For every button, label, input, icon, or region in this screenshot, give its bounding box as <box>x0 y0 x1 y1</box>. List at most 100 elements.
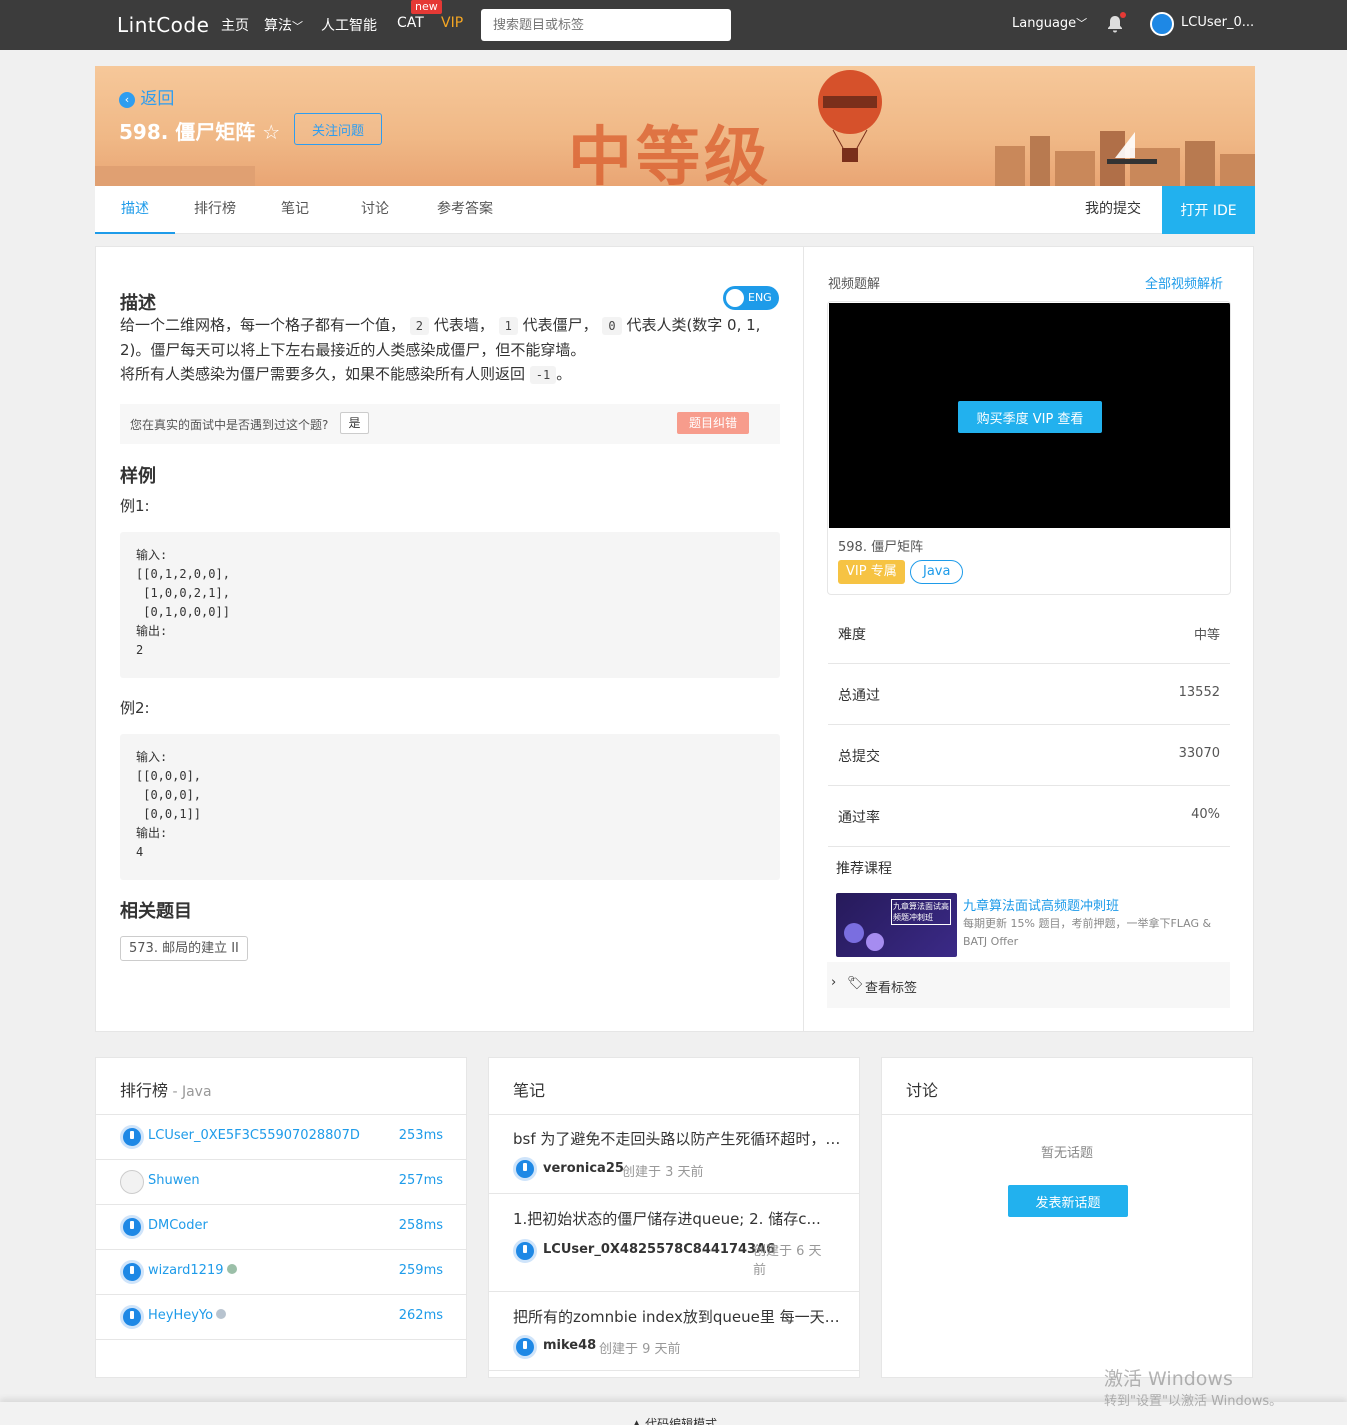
desc-text: 代表墙， <box>433 316 494 334</box>
new-badge: new <box>411 0 442 14</box>
top-navbar: LintCode 主页 算法﹀ 人工智能 CAT new VIP Languag… <box>0 0 1347 50</box>
list-item[interactable]: bsf 为了避免不走回头路以防产生死循环超时，要将访问过的节点 veronica… <box>489 1115 859 1194</box>
tab-notes[interactable]: 笔记 <box>255 186 335 234</box>
tab-leaderboard[interactable]: 排行榜 <box>175 186 255 234</box>
gear-icon <box>866 933 884 951</box>
star-icon[interactable]: ☆ <box>262 120 280 144</box>
note-author[interactable]: LCUser_0X4825578C8441743A6 <box>543 1242 775 1257</box>
back-link[interactable]: ‹ 返回 <box>119 84 174 109</box>
chevron-up-icon: ▲ <box>632 1417 642 1425</box>
leaderboard-title: 排行榜 <box>120 1081 169 1100</box>
problem-main-card: 描述 ENG 给一个二维网格，每一个格子都有一个值， 2 代表墙， 1 代表僵尸… <box>95 246 1254 1032</box>
inline-code: 1 <box>498 317 518 335</box>
list-item[interactable]: 把所有的zomnbie index放到queue里 每一天扩展一层 mike48… <box>489 1293 859 1371</box>
my-submissions-link[interactable]: 我的提交 <box>1085 186 1141 234</box>
avatar[interactable] <box>513 1335 537 1359</box>
desc-text: 给一个二维网格，每一个格子都有一个值， <box>120 316 406 334</box>
avatar[interactable] <box>513 1239 537 1263</box>
lintcode-logo[interactable]: LintCode <box>117 13 209 37</box>
user-name: wizard1219 <box>148 1263 224 1278</box>
toggle-label: ENG <box>748 291 772 304</box>
recommend-heading: 推荐课程 <box>836 861 892 877</box>
user-link[interactable]: wizard1219 <box>148 1263 237 1278</box>
desc-text: 。 <box>556 365 572 383</box>
video-heading: 视频题解 <box>828 277 881 292</box>
related-problem-link[interactable]: 573. 邮局的建立 II <box>120 936 248 961</box>
tab-description[interactable]: 描述 <box>95 186 175 234</box>
nav-cat[interactable]: CAT <box>397 15 424 31</box>
user-link[interactable]: DMCoder <box>148 1218 208 1233</box>
inline-code: -1 <box>529 366 557 384</box>
runtime: 257ms <box>398 1173 443 1188</box>
stat-submissions: 总提交 33070 <box>828 725 1230 786</box>
note-author[interactable]: mike48 <box>543 1338 596 1353</box>
divider <box>882 1114 1252 1115</box>
note-time: 创建于 3 天前 <box>622 1165 704 1180</box>
tag-icon: 🏷 <box>847 976 864 991</box>
open-ide-button[interactable]: 打开 IDE <box>1162 186 1255 234</box>
java-tag[interactable]: Java <box>910 560 964 584</box>
video-title: 598. 僵尸矩阵 <box>838 540 924 555</box>
yes-button[interactable]: 是 <box>340 412 369 434</box>
buy-vip-button[interactable]: 购买季度 VIP 查看 <box>958 401 1102 433</box>
note-title[interactable]: 1.把初始状态的僵尸储存进queue; 2. 储存c... <box>513 1208 843 1229</box>
windows-activation-hint: 转到"设置"以激活 Windows。 <box>1104 1394 1283 1409</box>
course-description: 每期更新 15% 题目，考前押题，一举拿下FLAG & BATJ Offer <box>963 917 1212 948</box>
nav-home[interactable]: 主页 <box>221 15 249 35</box>
note-author[interactable]: veronica25 <box>543 1161 624 1176</box>
avatar[interactable] <box>120 1215 144 1239</box>
nav-ai[interactable]: 人工智能 <box>321 15 377 35</box>
new-topic-button[interactable]: 发表新话题 <box>1008 1185 1128 1217</box>
avatar[interactable] <box>120 1170 144 1194</box>
code-mode-toggle[interactable]: ▲ 代码编辑模式 <box>632 1415 717 1425</box>
problem-title: 598. 僵尸矩阵 <box>119 120 256 144</box>
language-selector[interactable]: Language﹀ <box>1012 15 1087 31</box>
username[interactable]: LCUser_0... <box>1181 15 1254 30</box>
avatar[interactable] <box>120 1305 144 1329</box>
problem-description: 给一个二维网格，每一个格子都有一个值， 2 代表墙， 1 代表僵尸， 0 代表人… <box>120 313 780 387</box>
video-player[interactable]: 购买季度 VIP 查看 <box>829 303 1230 528</box>
user-avatar[interactable] <box>1150 12 1174 36</box>
list-item[interactable]: 1.把初始状态的僵尸储存进queue; 2. 储存c... LCUser_0X4… <box>489 1195 859 1292</box>
all-videos-link[interactable]: 全部视频解析 <box>1145 273 1223 292</box>
user-link[interactable]: LCUser_0XE5F3C55907028807D <box>148 1128 360 1143</box>
notes-heading: 笔记 <box>513 1081 546 1100</box>
view-tags-toggle[interactable]: › 🏷 查看标签 <box>827 962 1230 1008</box>
view-tags-label: 查看标签 <box>865 981 918 996</box>
note-time: 创建于 6 天前 <box>753 1244 822 1278</box>
language-toggle[interactable]: ENG <box>723 286 779 310</box>
user-link[interactable]: HeyHeyYo <box>148 1308 227 1323</box>
avatar[interactable] <box>120 1260 144 1284</box>
runtime: 253ms <box>398 1128 443 1143</box>
table-row: wizard1219 259ms <box>96 1250 466 1295</box>
avatar[interactable] <box>513 1157 537 1181</box>
report-error-button[interactable]: 题目纠错 <box>677 412 749 434</box>
nav-vip[interactable]: VIP <box>441 15 463 31</box>
leaderboard-panel: 排行榜 - Java LCUser_0XE5F3C55907028807D 25… <box>95 1057 467 1378</box>
medal-icon <box>216 1309 227 1319</box>
note-title[interactable]: bsf 为了避免不走回头路以防产生死循环超时，要将访问过的节点 <box>513 1128 843 1149</box>
example1-code: 输入: [[0,1,2,0,0], [1,0,0,2,1], [0,1,0,0,… <box>120 532 780 678</box>
stat-value: 中等 <box>1193 628 1220 643</box>
search-input[interactable] <box>481 9 731 41</box>
leaderboard-lang: - Java <box>168 1084 212 1100</box>
interview-question-bar: 您在真实的面试中是否遇到过这个题? 是 题目纠错 <box>120 404 780 444</box>
note-title[interactable]: 把所有的zomnbie index放到queue里 每一天扩展一层 <box>513 1306 843 1327</box>
desc-text: 将所有人类感染为僵尸需要多久，如果不能感染所有人则返回 <box>120 365 526 383</box>
user-link[interactable]: Shuwen <box>148 1173 200 1188</box>
discuss-heading: 讨论 <box>906 1081 939 1100</box>
chevron-left-icon: ‹ <box>119 92 135 108</box>
tab-reference-answer[interactable]: 参考答案 <box>425 186 505 234</box>
course-thumbnail[interactable]: 九章算法面试高频题冲刺班 <box>836 893 957 957</box>
avatar[interactable] <box>120 1125 144 1149</box>
inline-code: 0 <box>602 317 622 335</box>
course-link[interactable]: 九章算法面试高频题冲刺班 <box>963 895 1119 914</box>
nav-algorithm[interactable]: 算法﹀ <box>264 15 303 35</box>
follow-button[interactable]: 关注问题 <box>294 113 382 145</box>
stat-value: 40% <box>1191 807 1220 822</box>
stat-label: 总通过 <box>838 688 880 704</box>
video-card: 购买季度 VIP 查看 598. 僵尸矩阵 VIP 专属 Java <box>827 301 1231 595</box>
notes-panel: 笔记 bsf 为了避免不走回头路以防产生死循环超时，要将访问过的节点 veron… <box>488 1057 860 1378</box>
problem-tabs: 描述 排行榜 笔记 讨论 参考答案 我的提交 打开 IDE <box>95 186 1255 234</box>
tab-discuss[interactable]: 讨论 <box>335 186 415 234</box>
